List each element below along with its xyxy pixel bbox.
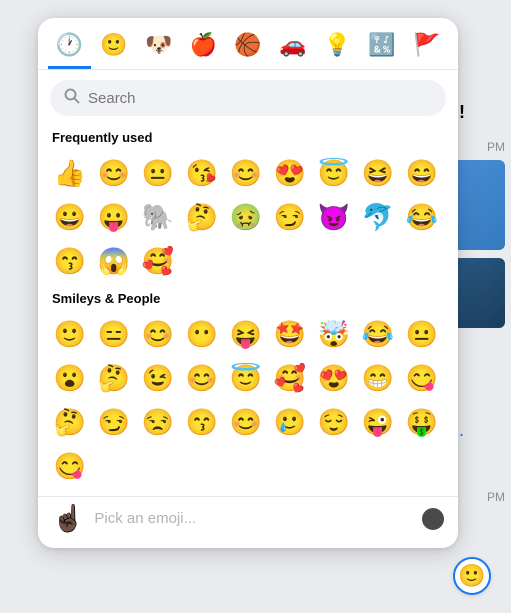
- emoji-cell[interactable]: 🥰: [136, 239, 180, 283]
- smileys-grid: 🙂 😑 😊 😶 😝 🤩 🤯 😂 😐 😮 🤔 😉 😊 😇 🥰 😍 😁 😋 🤔 😏 …: [38, 310, 458, 490]
- emoji-cell[interactable]: 🤑: [400, 400, 444, 444]
- smileys-icon: 🙂: [100, 32, 127, 58]
- search-bar: [50, 80, 446, 116]
- emoji-cell[interactable]: 😛: [92, 195, 136, 239]
- pointing-finger-icon: ☝🏿: [52, 503, 84, 534]
- objects-icon: 💡: [324, 32, 351, 58]
- activities-icon: 🏀: [234, 32, 261, 58]
- animals-icon: 🐶: [145, 32, 172, 58]
- frequently-used-label: Frequently used: [38, 124, 458, 149]
- search-input-wrapper: [50, 80, 446, 116]
- smiley-face-icon: 🙂: [458, 563, 485, 589]
- exclamation-mark: !: [459, 102, 465, 123]
- emoji-cell[interactable]: 😀: [48, 195, 92, 239]
- emoji-cell[interactable]: 😐: [136, 151, 180, 195]
- skin-tone-selector[interactable]: [422, 508, 444, 530]
- tab-travel[interactable]: 🚗: [271, 26, 314, 69]
- emoji-cell[interactable]: 🐬: [356, 195, 400, 239]
- emoji-cell[interactable]: 😇: [312, 151, 356, 195]
- emoji-cell[interactable]: 😙: [180, 400, 224, 444]
- category-tabs: 🕐 🙂 🐶 🍎 🏀 🚗 💡 🔣 🚩: [38, 18, 458, 70]
- emoji-cell[interactable]: 😇: [224, 356, 268, 400]
- tab-recent[interactable]: 🕐: [48, 26, 91, 69]
- emoji-cell[interactable]: 😆: [356, 151, 400, 195]
- emoji-cell[interactable]: 😶: [180, 312, 224, 356]
- emoji-cell[interactable]: 🥲: [268, 400, 312, 444]
- emoji-cell[interactable]: 😁: [356, 356, 400, 400]
- emoji-trigger-button[interactable]: 🙂: [453, 557, 491, 595]
- emoji-cell[interactable]: 😍: [312, 356, 356, 400]
- emoji-cell[interactable]: 🥰: [268, 356, 312, 400]
- emoji-cell[interactable]: 😏: [92, 400, 136, 444]
- emoji-cell[interactable]: 😏: [268, 195, 312, 239]
- emoji-cell[interactable]: 😜: [356, 400, 400, 444]
- emoji-cell[interactable]: 🤔: [180, 195, 224, 239]
- emoji-cell[interactable]: 🤔: [48, 400, 92, 444]
- recent-icon: 🕐: [56, 32, 83, 58]
- emoji-picker: 🕐 🙂 🐶 🍎 🏀 🚗 💡 🔣 🚩: [38, 18, 458, 548]
- emoji-cell[interactable]: 😑: [92, 312, 136, 356]
- emoji-cell[interactable]: 👍: [48, 151, 92, 195]
- emoji-cell[interactable]: 😮: [48, 356, 92, 400]
- flags-icon: 🚩: [413, 32, 440, 58]
- pm-badge-1: PM: [487, 140, 505, 154]
- emoji-cell[interactable]: 😊: [224, 151, 268, 195]
- emoji-cell[interactable]: 😉: [136, 356, 180, 400]
- emoji-cell[interactable]: 😙: [48, 239, 92, 283]
- emoji-cell[interactable]: 😊: [180, 356, 224, 400]
- emoji-cell[interactable]: 🤔: [92, 356, 136, 400]
- emoji-cell[interactable]: 😐: [400, 312, 444, 356]
- emoji-cell[interactable]: 🐘: [136, 195, 180, 239]
- symbols-icon: 🔣: [368, 32, 395, 58]
- tab-smileys[interactable]: 🙂: [93, 26, 136, 69]
- emoji-cell[interactable]: 😈: [312, 195, 356, 239]
- search-input[interactable]: [88, 90, 432, 107]
- emoji-cell[interactable]: 😋: [400, 356, 444, 400]
- emoji-cell[interactable]: 😂: [356, 312, 400, 356]
- emoji-cell[interactable]: 😊: [136, 312, 180, 356]
- smileys-people-label: Smileys & People: [38, 285, 458, 310]
- emoji-cell[interactable]: 🤩: [268, 312, 312, 356]
- pick-emoji-placeholder: Pick an emoji...: [94, 510, 412, 527]
- tab-activities[interactable]: 🏀: [227, 26, 270, 69]
- search-icon: [64, 88, 80, 108]
- travel-icon: 🚗: [279, 32, 306, 58]
- emoji-cell[interactable]: 😊: [92, 151, 136, 195]
- tab-food[interactable]: 🍎: [182, 26, 225, 69]
- tab-symbols[interactable]: 🔣: [361, 26, 404, 69]
- emoji-cell[interactable]: 🤢: [224, 195, 268, 239]
- food-icon: 🍎: [190, 32, 217, 58]
- pick-emoji-bar: ☝🏿 Pick an emoji...: [38, 496, 458, 536]
- emoji-cell[interactable]: 😂: [400, 195, 444, 239]
- emoji-cell[interactable]: 😒: [136, 400, 180, 444]
- emoji-cell[interactable]: 🤯: [312, 312, 356, 356]
- emoji-cell[interactable]: 😄: [400, 151, 444, 195]
- frequently-used-grid: 👍 😊 😐 😘 😊 😍 😇 😆 😄 😀 😛 🐘 🤔 🤢 😏 😈 🐬 😂 😙 😱 …: [38, 149, 458, 285]
- emoji-cell[interactable]: 😘: [180, 151, 224, 195]
- pm-badge-2: PM: [487, 490, 505, 504]
- emoji-cell[interactable]: 😍: [268, 151, 312, 195]
- emoji-cell[interactable]: 😌: [312, 400, 356, 444]
- tab-flags[interactable]: 🚩: [405, 26, 448, 69]
- emoji-cell[interactable]: 🙂: [48, 312, 92, 356]
- emoji-cell[interactable]: 😝: [224, 312, 268, 356]
- emoji-cell[interactable]: 😋: [48, 444, 92, 488]
- emoji-cell[interactable]: 😊: [224, 400, 268, 444]
- tab-animals[interactable]: 🐶: [137, 26, 180, 69]
- tab-objects[interactable]: 💡: [316, 26, 359, 69]
- emoji-cell[interactable]: 😱: [92, 239, 136, 283]
